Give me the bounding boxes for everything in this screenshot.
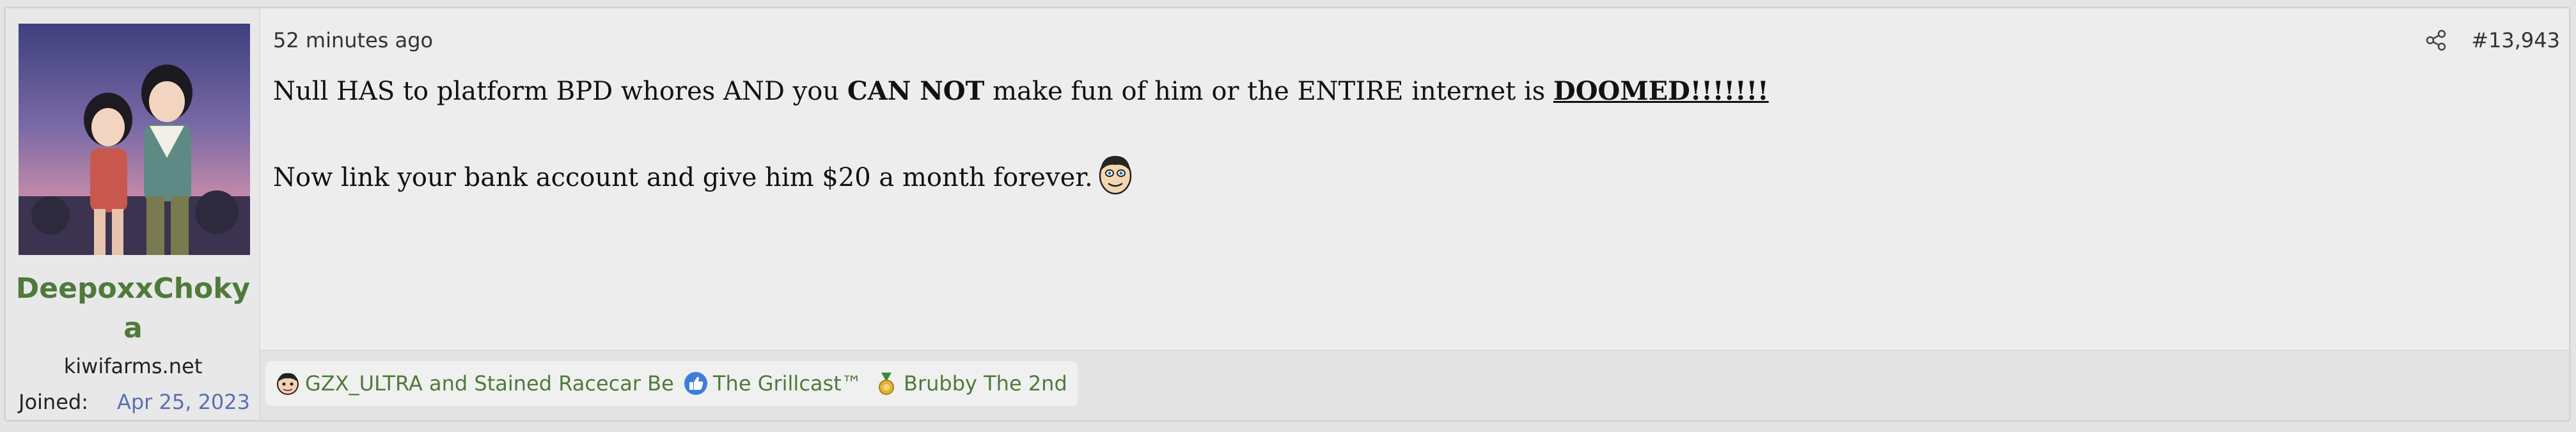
user-info-column: DeepoxxChokya kiwifarms.net Joined: Apr … bbox=[6, 8, 260, 420]
smiley-face-icon bbox=[1098, 153, 1133, 195]
username[interactable]: DeepoxxChokya bbox=[12, 269, 254, 348]
post-main: 52 minutes ago #13,943 Null HAS to platf… bbox=[260, 8, 2569, 420]
reaction-item[interactable]: Brubby The 2nd bbox=[864, 361, 1078, 406]
post-text-segment: Null HAS to platform BPD whores AND you bbox=[273, 77, 847, 106]
reaction-item[interactable]: GZX_ULTRA and Stained Racecar Bed bbox=[265, 361, 698, 406]
reaction-label: GZX_ULTRA and Stained Racecar Bed bbox=[305, 371, 687, 396]
joined-label: Joined: bbox=[19, 390, 88, 414]
post-text-segment: Now link your bank account and give him … bbox=[273, 163, 1093, 192]
reaction-item[interactable]: The Grillcast™ bbox=[673, 361, 872, 406]
joined-date: Apr 25, 2023 bbox=[116, 390, 250, 414]
reaction-label: Brubby The 2nd bbox=[904, 371, 1067, 396]
post-timestamp[interactable]: 52 minutes ago bbox=[273, 27, 433, 53]
post-line-1: Null HAS to platform BPD whores AND you … bbox=[273, 71, 2543, 112]
reactions-bar: GZX_ULTRA and Stained Racecar Bed The Gr… bbox=[260, 350, 2569, 420]
post-bold-underlined-text: DOOMED!!!!!!! bbox=[1553, 76, 1769, 106]
post-line-2: Now link your bank account and give him … bbox=[273, 153, 2543, 198]
avatar[interactable] bbox=[19, 24, 250, 255]
face-icon bbox=[276, 371, 300, 396]
reaction-label: The Grillcast™ bbox=[713, 371, 862, 396]
share-icon[interactable] bbox=[2424, 29, 2447, 52]
user-title: kiwifarms.net bbox=[63, 354, 203, 378]
joined-row: Joined: Apr 25, 2023 bbox=[19, 389, 250, 415]
forum-post: DeepoxxChokya kiwifarms.net Joined: Apr … bbox=[4, 6, 2571, 422]
post-text-segment: make fun of him or the ENTIRE internet i… bbox=[984, 77, 1553, 106]
post-bold-text: CAN NOT bbox=[847, 76, 985, 106]
medal-icon bbox=[874, 371, 899, 396]
post-body: Null HAS to platform BPD whores AND you … bbox=[273, 71, 2543, 198]
post-number[interactable]: #13,943 bbox=[2471, 27, 2560, 53]
thumbs-up-icon bbox=[684, 371, 708, 396]
